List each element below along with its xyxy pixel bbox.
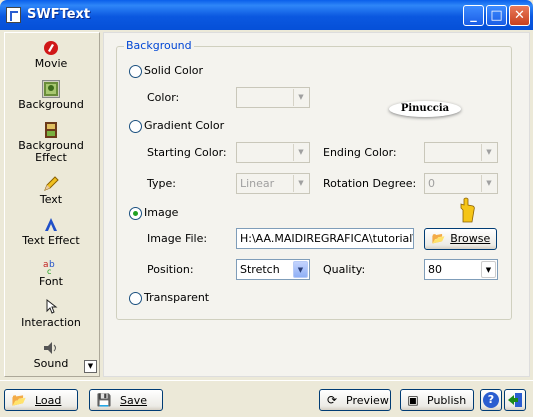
chevron-down-icon: ▼ <box>481 261 496 278</box>
starting-color-picker[interactable]: ▼ <box>236 142 310 163</box>
starting-color-label: Starting Color: <box>147 146 227 159</box>
sidebar-item-background-effect[interactable]: Background Effect <box>5 121 97 164</box>
image-label: Image <box>144 206 179 219</box>
folder-open-icon: 📂 <box>11 393 27 407</box>
sidebar-scroll-down-button[interactable]: ▼ <box>84 360 97 373</box>
position-select-value: Stretch <box>240 263 280 276</box>
sidebar: Movie Background Background Effect Text … <box>4 32 100 377</box>
speaker-icon <box>42 339 60 357</box>
preview-icon: ⟳ <box>326 393 338 407</box>
solid-color-label: Solid Color <box>144 64 204 77</box>
maximize-button[interactable]: □ <box>486 5 507 26</box>
quality-label: Quality: <box>323 263 366 276</box>
color-label: Color: <box>147 91 180 104</box>
type-select-value: Linear <box>240 177 275 190</box>
quality-select[interactable]: 80 ▼ <box>424 259 498 280</box>
help-button[interactable]: ? <box>480 389 502 411</box>
hand-pointer-icon <box>460 197 475 223</box>
chevron-down-icon: ▼ <box>481 144 496 161</box>
publish-icon: ▣ <box>407 393 419 407</box>
movie-icon <box>42 39 60 57</box>
sidebar-item-text[interactable]: Text <box>5 175 97 206</box>
floppy-disk-icon: 💾 <box>96 393 112 407</box>
gradient-color-radio[interactable] <box>129 120 142 133</box>
chevron-down-icon: ▼ <box>293 144 308 161</box>
preview-button[interactable]: ⟳ Preview <box>319 389 391 411</box>
color-picker[interactable]: ▼ <box>236 87 310 108</box>
load-button[interactable]: 📂 Load <box>4 389 78 411</box>
sidebar-item-label: Interaction <box>21 316 81 329</box>
load-button-label: Load <box>35 394 62 407</box>
sidebar-item-interaction[interactable]: Interaction <box>5 298 97 329</box>
chevron-down-icon: ▼ <box>293 261 308 278</box>
rotation-degree-value: 0 <box>428 177 435 190</box>
chevron-down-icon: ▼ <box>293 175 308 192</box>
sidebar-item-label: Text Effect <box>22 234 80 247</box>
background-icon <box>42 80 60 98</box>
sidebar-item-background[interactable]: Background <box>5 80 97 111</box>
sidebar-item-label: Font <box>39 275 63 288</box>
app-icon <box>6 7 21 23</box>
pencil-icon <box>42 175 60 193</box>
publish-button[interactable]: ▣ Publish <box>400 389 474 411</box>
background-effect-icon <box>42 121 60 139</box>
publish-button-label: Publish <box>427 394 467 407</box>
ending-color-label: Ending Color: <box>323 146 397 159</box>
close-button[interactable]: ✕ <box>509 5 530 26</box>
sidebar-item-movie[interactable]: Movie <box>5 39 97 70</box>
window-title: SWFText <box>27 7 91 22</box>
rotation-degree-select[interactable]: 0 ▼ <box>424 173 498 194</box>
help-icon: ? <box>483 392 499 408</box>
position-label: Position: <box>147 263 194 276</box>
gradient-color-label: Gradient Color <box>144 119 225 132</box>
sidebar-item-label: Background Effect <box>18 139 84 164</box>
svg-text:c: c <box>47 267 51 275</box>
font-icon: abc <box>42 257 60 276</box>
browse-button[interactable]: 📂 Browse <box>424 228 497 250</box>
quality-select-value: 80 <box>428 263 442 276</box>
type-select[interactable]: Linear ▼ <box>236 173 310 194</box>
sidebar-item-font[interactable]: abc Font <box>5 257 97 288</box>
text-effect-icon <box>42 216 60 234</box>
sidebar-item-label: Background <box>18 98 84 111</box>
pinuccia-watermark: Pinuccia <box>389 101 461 117</box>
image-file-input[interactable]: H:\AA.MAIDIREGRAFICA\tutorial\m <box>236 228 414 249</box>
sidebar-item-text-effect[interactable]: Text Effect <box>5 216 97 247</box>
sidebar-item-label: Text <box>39 193 63 206</box>
image-radio[interactable] <box>129 207 142 220</box>
save-button-label: Save <box>120 394 148 407</box>
exit-icon <box>508 393 522 407</box>
position-select[interactable]: Stretch ▼ <box>236 259 310 280</box>
image-file-label: Image File: <box>147 232 208 245</box>
title-bar: SWFText _ □ ✕ <box>0 0 533 30</box>
group-title: Background <box>124 39 194 52</box>
folder-open-icon: 📂 <box>431 232 446 245</box>
rotation-degree-label: Rotation Degree: <box>323 177 417 190</box>
ending-color-picker[interactable]: ▼ <box>424 142 498 163</box>
type-label: Type: <box>147 177 176 190</box>
preview-button-label: Preview <box>346 394 389 407</box>
chevron-down-icon: ▼ <box>293 89 308 106</box>
interaction-icon <box>42 298 60 316</box>
solid-color-radio[interactable] <box>129 65 142 78</box>
sidebar-item-label: Movie <box>34 57 68 70</box>
transparent-radio[interactable] <box>129 292 142 305</box>
minimize-button[interactable]: _ <box>463 5 484 26</box>
transparent-label: Transparent <box>144 291 210 304</box>
save-button[interactable]: 💾 Save <box>89 389 163 411</box>
exit-button[interactable] <box>504 389 526 411</box>
chevron-down-icon: ▼ <box>481 175 496 192</box>
browse-button-label: Browse <box>450 232 491 245</box>
